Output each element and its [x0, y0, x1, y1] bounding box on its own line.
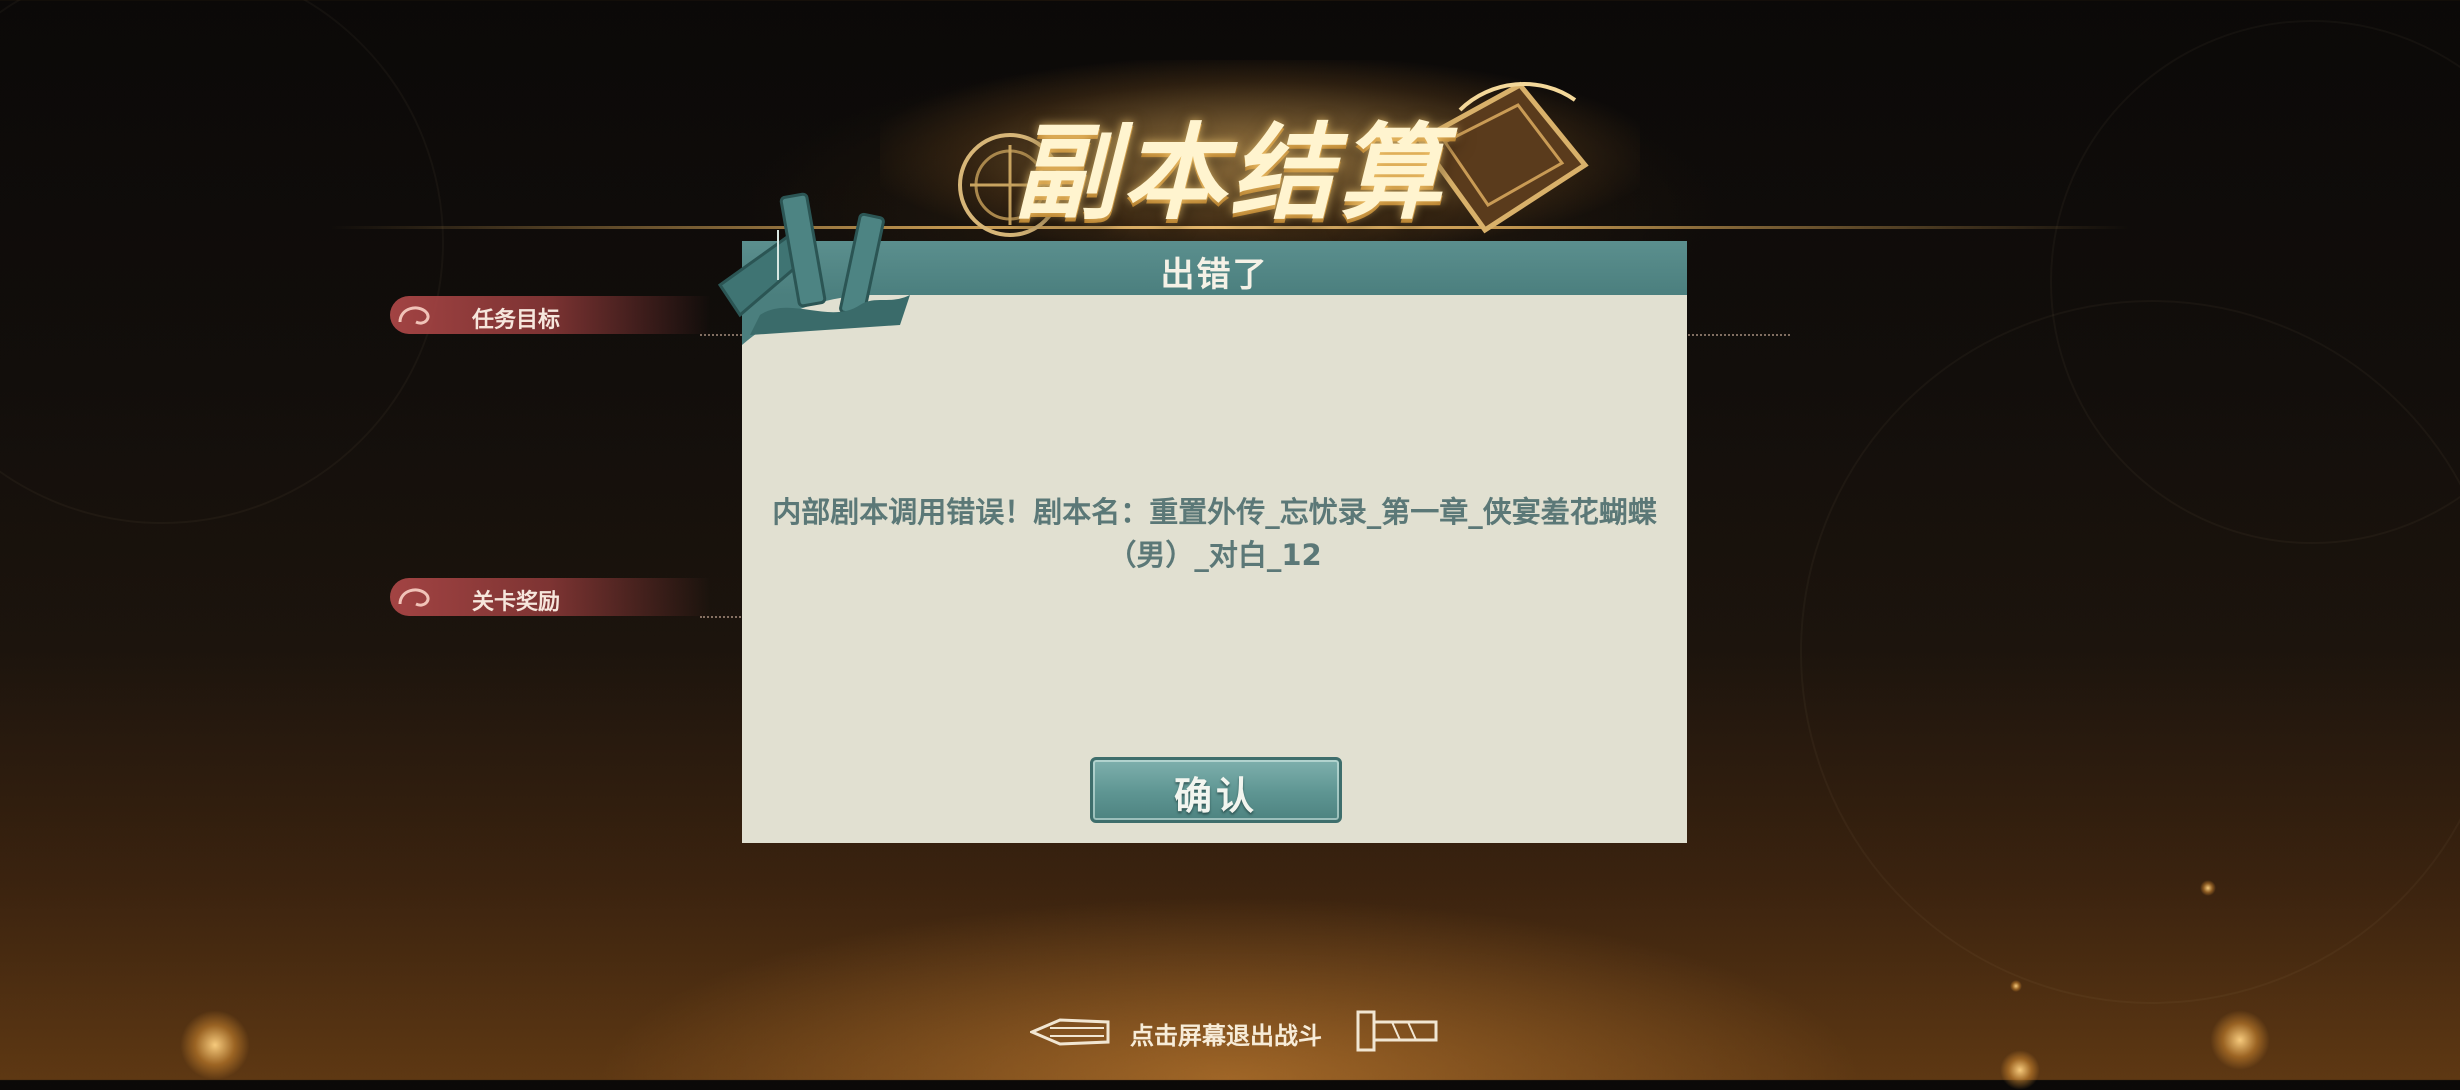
left-blade-icon [1030, 1018, 1110, 1046]
error-message: 内部剧本调用错误！剧本名：重置外传_忘忧录_第一章_侠宴羞花蝴蝶（男）_对白_1… [772, 495, 1657, 572]
ember-glow [180, 1010, 250, 1080]
crossed-swords-icon [717, 192, 910, 335]
section-reward-label: 关卡奖励 [472, 590, 561, 615]
confirm-button-label: 确认 [1173, 773, 1258, 818]
ember-glow [2200, 880, 2216, 896]
cloud-swirl-icon [398, 588, 430, 607]
ember-glow [2000, 1050, 2040, 1090]
background-ornament [1800, 300, 2460, 1004]
exit-hint-text: 点击屏幕退出战斗 [1130, 1021, 1322, 1050]
confirm-button[interactable]: 确认 [1090, 757, 1342, 823]
page-title: 副本结算 [1013, 111, 1446, 234]
ember-glow [2210, 1010, 2270, 1070]
section-reward: 关卡奖励 [390, 578, 710, 616]
right-hilt-icon [1356, 1010, 1438, 1052]
exit-battle-hint[interactable]: 点击屏幕退出战斗 [1030, 1008, 1440, 1056]
background-ornament [0, 0, 444, 524]
section-objective-label: 任务目标 [472, 308, 561, 333]
cloud-swirl-icon [398, 306, 430, 325]
ember-glow [2010, 980, 2022, 992]
section-objective: 任务目标 [390, 296, 710, 334]
